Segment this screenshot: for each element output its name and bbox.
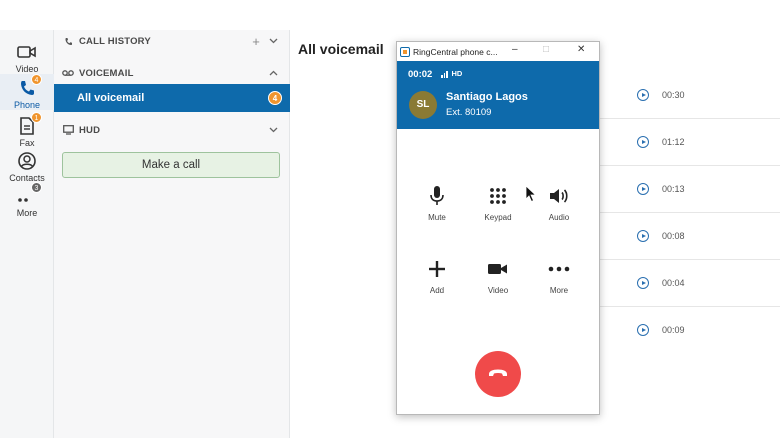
- call-header: 00:02 HD SL Santiago Lagos Ext. 80109: [397, 61, 599, 129]
- make-call-button[interactable]: Make a call: [62, 152, 280, 178]
- play-icon[interactable]: [637, 230, 649, 242]
- voicemail-duration: 00:08: [662, 231, 685, 241]
- rail-item-fax[interactable]: 1 Fax: [0, 112, 54, 148]
- add-button[interactable]: Add: [407, 258, 467, 295]
- hang-up-button[interactable]: [475, 351, 521, 397]
- app-rail: Video 4 Phone 1 Fax Contacts 3 More: [0, 30, 54, 438]
- minimize-icon[interactable]: –: [512, 44, 518, 55]
- rail-item-label: Contacts: [9, 173, 45, 183]
- voicemail-row[interactable]: 00:30: [600, 72, 780, 119]
- window-title: RingCentral phone c...: [413, 46, 498, 57]
- call-timer: 00:02: [408, 69, 433, 80]
- call-history-label: CALL HISTORY: [79, 35, 151, 47]
- rail-item-label: Phone: [13, 100, 41, 110]
- voicemail-row[interactable]: 00:13: [600, 166, 780, 213]
- rail-item-label: Video: [15, 64, 39, 74]
- video-icon: [16, 42, 38, 62]
- video-label: Video: [487, 286, 509, 295]
- audio-label: Audio: [548, 213, 570, 222]
- phone-badge: 4: [31, 74, 42, 85]
- play-icon[interactable]: [637, 89, 649, 101]
- audio-button[interactable]: Audio: [529, 185, 589, 222]
- voicemail-duration: 00:13: [662, 184, 685, 194]
- fax-icon: 1: [16, 112, 42, 136]
- voicemail-duration: 00:30: [662, 90, 685, 100]
- add-label: Add: [429, 286, 445, 295]
- phone-panel: CALL HISTORY + VOICEMAIL All voicemail 4…: [54, 30, 290, 438]
- ringcentral-logo-icon: [400, 46, 410, 57]
- more-icon: 3: [16, 182, 42, 206]
- avatar: SL: [409, 91, 437, 119]
- voicemail-row[interactable]: 00:04: [600, 260, 780, 307]
- more-badge: 3: [31, 182, 42, 193]
- speaker-icon: [529, 185, 589, 207]
- voicemail-row[interactable]: 01:12: [600, 119, 780, 166]
- rail-item-phone[interactable]: 4 Phone: [0, 74, 54, 110]
- all-voicemail-item[interactable]: All voicemail 4: [54, 84, 290, 112]
- voicemail-duration: 00:09: [662, 325, 685, 335]
- mute-button[interactable]: Mute: [407, 185, 467, 222]
- caller-name: Santiago Lagos: [446, 91, 528, 103]
- phone-icon: 4: [16, 74, 42, 98]
- maximize-icon[interactable]: □: [543, 44, 549, 55]
- mouse-cursor-icon: [525, 185, 537, 208]
- video-icon: [468, 258, 528, 280]
- keypad-icon: [468, 185, 528, 207]
- more-label: More: [549, 286, 569, 295]
- call-quality: HD: [441, 69, 462, 78]
- hud-icon: [62, 124, 74, 136]
- hang-up-icon: [488, 365, 508, 383]
- keypad-button[interactable]: Keypad: [468, 185, 528, 222]
- add-icon[interactable]: +: [252, 34, 260, 49]
- keypad-label: Keypad: [484, 213, 512, 222]
- call-history-section[interactable]: CALL HISTORY +: [62, 31, 284, 51]
- fax-badge: 1: [31, 112, 42, 123]
- mute-label: Mute: [428, 213, 446, 222]
- microphone-icon: [407, 185, 467, 207]
- rail-item-label: More: [16, 208, 38, 218]
- voicemail-duration: 01:12: [662, 137, 685, 147]
- close-icon[interactable]: ✕: [577, 44, 585, 55]
- plus-icon: [407, 258, 467, 280]
- play-icon[interactable]: [637, 183, 649, 195]
- voicemail-count-badge: 4: [268, 91, 282, 105]
- chevron-up-icon[interactable]: [269, 67, 278, 79]
- window-titlebar[interactable]: RingCentral phone c... – □ ✕: [397, 42, 599, 61]
- play-icon[interactable]: [637, 324, 649, 336]
- contacts-icon: [16, 151, 38, 171]
- more-button[interactable]: More: [529, 258, 589, 295]
- video-button[interactable]: Video: [468, 258, 528, 295]
- rail-item-more[interactable]: 3 More: [0, 182, 54, 218]
- voicemail-row[interactable]: 00:09: [600, 307, 780, 354]
- hud-label: HUD: [79, 124, 101, 136]
- voicemail-section[interactable]: VOICEMAIL: [62, 63, 284, 83]
- rail-item-video[interactable]: Video: [0, 42, 54, 74]
- all-voicemail-label: All voicemail: [77, 92, 145, 104]
- play-icon[interactable]: [637, 136, 649, 148]
- more-icon: [529, 258, 589, 280]
- voicemail-icon: [62, 67, 74, 79]
- phone-call-window: RingCentral phone c... – □ ✕ 00:02 HD SL…: [396, 41, 600, 415]
- chevron-down-icon[interactable]: [269, 124, 278, 136]
- phone-icon: [62, 35, 74, 47]
- signal-icon: [441, 71, 449, 78]
- rail-item-label: Fax: [19, 138, 35, 148]
- page-title: All voicemail: [298, 41, 384, 57]
- rail-item-contacts[interactable]: Contacts: [0, 151, 54, 183]
- play-icon[interactable]: [637, 277, 649, 289]
- voicemail-duration: 00:04: [662, 278, 685, 288]
- chevron-down-icon[interactable]: [269, 35, 278, 47]
- caller-extension: Ext. 80109: [446, 107, 492, 118]
- hd-label: HD: [451, 69, 463, 78]
- voicemail-row[interactable]: 00:08: [600, 213, 780, 260]
- voicemail-label: VOICEMAIL: [79, 67, 134, 79]
- hud-section[interactable]: HUD: [62, 120, 284, 140]
